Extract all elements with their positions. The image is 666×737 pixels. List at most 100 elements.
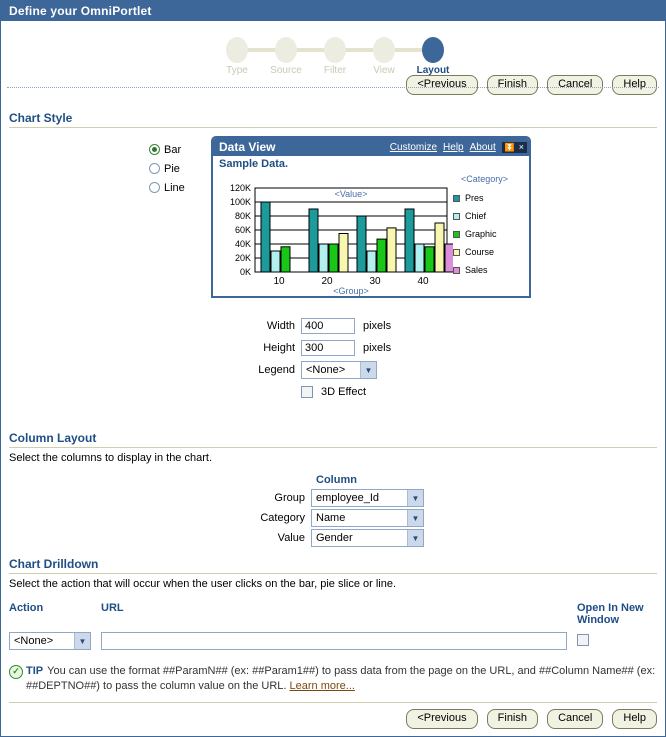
legend-label: Graphic xyxy=(465,229,497,239)
chevron-down-icon: ▼ xyxy=(407,530,423,546)
action-select[interactable]: <None> ▼ xyxy=(9,632,91,650)
legend-item: Graphic xyxy=(453,225,529,243)
svg-text:100K: 100K xyxy=(230,197,251,207)
legend-swatch-icon xyxy=(453,266,460,274)
legend-item: Course xyxy=(453,243,529,261)
legend-label: Sales xyxy=(465,265,488,275)
close-icon[interactable]: × xyxy=(519,142,524,153)
portlet-about-link[interactable]: About xyxy=(470,142,496,153)
value-select[interactable]: Gender ▼ xyxy=(311,529,424,547)
chart-style-section: Chart Style Bar Pie Line Data View Custo… xyxy=(9,111,657,421)
previous-button-bottom[interactable]: <Previous xyxy=(406,709,478,729)
finish-button-top[interactable]: Finish xyxy=(486,75,538,95)
portlet-header: Data View Customize Help About ⏬ × xyxy=(213,138,529,156)
step-dot-icon xyxy=(226,37,248,63)
legend-label: Course xyxy=(465,247,495,257)
svg-text:20K: 20K xyxy=(235,253,251,263)
radio-bar[interactable]: Bar xyxy=(149,140,209,159)
portlet-help-link[interactable]: Help xyxy=(443,142,464,153)
svg-text:40K: 40K xyxy=(235,239,251,249)
legend-select[interactable]: <None> ▼ xyxy=(301,361,377,379)
category-label: Category xyxy=(260,512,305,524)
chevron-down-icon: ▼ xyxy=(360,362,376,378)
radio-dot-icon xyxy=(149,163,160,174)
drilldown-header-row: Action URL Open In New Window xyxy=(9,602,657,626)
step-dot-icon xyxy=(275,37,297,63)
legend-row: Legend <None> ▼ xyxy=(9,360,657,380)
portlet-title: Data View xyxy=(219,140,276,154)
chart-drilldown-description: Select the action that will occur when t… xyxy=(9,578,397,590)
chart-drilldown-section: Chart Drilldown Select the action that w… xyxy=(9,557,657,650)
url-input[interactable] xyxy=(101,632,567,650)
value-select-value: Gender xyxy=(316,532,353,544)
finish-button-bottom[interactable]: Finish xyxy=(486,709,538,729)
drilldown-row: <None> ▼ xyxy=(9,632,657,650)
chevron-down-icon: ▼ xyxy=(407,510,423,526)
wizard-step-label: Type xyxy=(226,65,248,76)
portlet-customize-link[interactable]: Customize xyxy=(390,142,437,153)
height-units: pixels xyxy=(363,342,392,354)
width-units: pixels xyxy=(363,320,392,332)
category-select[interactable]: Name ▼ xyxy=(311,509,424,527)
3d-effect-checkbox[interactable] xyxy=(301,386,313,398)
radio-label: Bar xyxy=(164,143,182,156)
legend-label: Chief xyxy=(465,211,487,221)
legend-swatch-icon xyxy=(453,230,460,238)
legend-label: Pres xyxy=(465,193,484,203)
wizard-step-label: Filter xyxy=(323,65,347,76)
width-row: Width pixels xyxy=(9,316,657,336)
open-new-window-checkbox[interactable] xyxy=(577,633,589,646)
chart-drilldown-heading: Chart Drilldown xyxy=(9,557,657,574)
chevron-down-icon: ▼ xyxy=(407,490,423,506)
help-button-bottom[interactable]: Help xyxy=(612,709,657,729)
legend-swatch-icon xyxy=(453,212,460,220)
chart-preview-portlet: Data View Customize Help About ⏬ × Sampl… xyxy=(211,136,531,298)
legend-swatch-icon xyxy=(453,248,460,256)
legend-item: Pres xyxy=(453,189,529,207)
column-layout-section: Column Layout Select the columns to disp… xyxy=(9,431,657,547)
wizard-step-filter[interactable]: Filter xyxy=(313,37,357,76)
action-cell: <None> ▼ xyxy=(9,632,101,650)
step-dot-icon xyxy=(324,37,346,63)
svg-text:0K: 0K xyxy=(240,267,251,277)
legend-label: Legend xyxy=(258,364,295,376)
column-layout-description: Select the columns to display in the cha… xyxy=(9,452,212,464)
portlet-window-icons: ⏬ × xyxy=(501,141,527,153)
step-dot-icon xyxy=(373,37,395,63)
collapse-icon[interactable]: ⏬ xyxy=(505,142,515,153)
wizard-step-label: Source xyxy=(270,65,302,76)
legend-item: Sales xyxy=(453,261,529,279)
chevron-down-icon: ▼ xyxy=(74,633,90,649)
wizard-step-label: View xyxy=(373,65,395,76)
radio-pie[interactable]: Pie xyxy=(149,159,209,178)
radio-label: Pie xyxy=(164,162,180,175)
radio-line[interactable]: Line xyxy=(149,178,209,197)
window-title: Define your OmniPortlet xyxy=(1,1,665,21)
chart-style-body: Bar Pie Line Data View Customize Help Ab… xyxy=(9,136,657,421)
category-row: Category Name ▼ xyxy=(9,509,657,527)
value-row: Value Gender ▼ xyxy=(9,529,657,547)
svg-text:60K: 60K xyxy=(235,225,251,235)
svg-text:80K: 80K xyxy=(235,211,251,221)
tip-learn-more-link[interactable]: Learn more... xyxy=(290,680,355,692)
wizard-step-source[interactable]: Source xyxy=(264,37,308,76)
bar-chart-svg: 120K 100K 80K 60K 40K 20K 0K <Value> 10 20 30 40 <Gr… xyxy=(230,183,455,296)
legend-select-value: <None> xyxy=(306,364,346,376)
help-button-top[interactable]: Help xyxy=(612,75,657,95)
url-header: URL xyxy=(101,602,124,614)
chart-type-radio-group: Bar Pie Line xyxy=(149,140,209,197)
group-select[interactable]: employee_Id ▼ xyxy=(311,489,424,507)
wizard-step-type[interactable]: Type xyxy=(215,37,259,76)
cancel-button-bottom[interactable]: Cancel xyxy=(547,709,604,729)
tip-check-icon: ✓ xyxy=(9,665,23,679)
width-input[interactable] xyxy=(301,318,355,334)
group-select-value: employee_Id xyxy=(316,492,379,504)
wizard-step-layout[interactable]: Layout xyxy=(411,37,455,76)
cancel-button-top[interactable]: Cancel xyxy=(547,75,604,95)
legend-swatch-icon xyxy=(453,194,460,202)
height-row: Height pixels xyxy=(9,338,657,358)
3d-effect-label: 3D Effect xyxy=(321,386,367,398)
svg-text:<Value>: <Value> xyxy=(335,189,368,199)
wizard-step-view[interactable]: View xyxy=(362,37,406,76)
height-input[interactable] xyxy=(301,340,355,356)
